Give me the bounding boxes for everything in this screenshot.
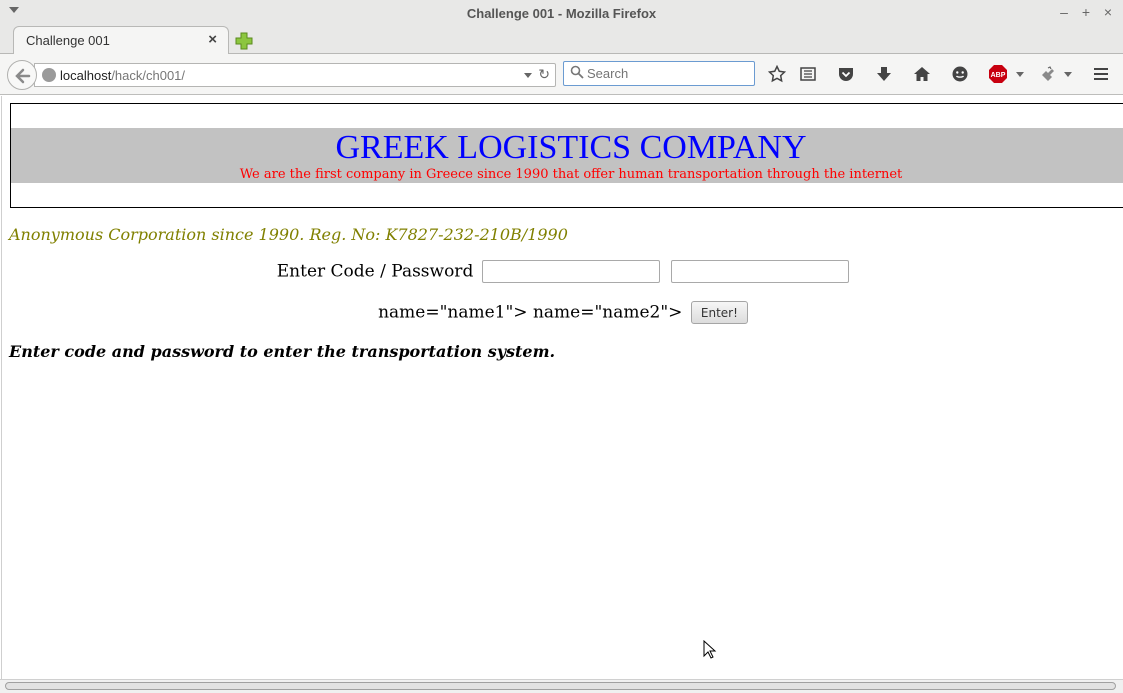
password-input[interactable] — [671, 260, 850, 283]
login-label: Enter Code / Password — [276, 261, 474, 282]
search-input[interactable] — [587, 65, 747, 82]
url-text: localhost/hack/ch001/ — [60, 68, 185, 83]
minimize-button[interactable]: – — [1055, 3, 1073, 21]
scrollbar-thumb[interactable] — [5, 682, 1116, 690]
code-input[interactable] — [481, 260, 660, 283]
leaked-markup-text: name="name1"> name="name2"> — [378, 302, 683, 323]
extension-dropdown-icon[interactable] — [1060, 63, 1076, 85]
home-icon[interactable] — [911, 63, 933, 85]
back-arrow-icon — [15, 68, 31, 84]
close-window-button[interactable]: × — [1099, 3, 1117, 21]
adblock-label: ABP — [991, 72, 1006, 79]
window-title: Challenge 001 - Mozilla Firefox — [466, 6, 657, 21]
download-icon[interactable] — [873, 63, 895, 85]
login-form-row: Enter Code / Password — [2, 260, 1123, 283]
enter-button[interactable]: Enter! — [690, 301, 748, 324]
reading-list-icon[interactable] — [797, 63, 819, 85]
history-dropdown-icon[interactable] — [524, 73, 532, 78]
adblock-icon[interactable]: ABP — [987, 63, 1009, 85]
instruction-text: Enter code and password to enter the tra… — [9, 342, 556, 361]
company-tagline: We are the first company in Greece since… — [239, 167, 903, 182]
header-frame: GREEK LOGISTICS COMPANY We are the first… — [10, 103, 1123, 208]
tab-close-icon[interactable]: × — [208, 31, 217, 48]
adblock-dropdown-icon[interactable] — [1012, 63, 1028, 85]
reload-icon[interactable]: ↻ — [538, 66, 550, 83]
hamburger-menu-icon[interactable] — [1090, 63, 1112, 85]
extension-icon[interactable] — [1037, 63, 1059, 85]
tab-challenge-001[interactable]: Challenge 001 × — [13, 26, 229, 55]
url-host: localhost — [60, 68, 112, 83]
maximize-button[interactable]: + — [1077, 3, 1095, 21]
pocket-icon[interactable] — [835, 63, 857, 85]
globe-icon — [42, 68, 56, 82]
back-button[interactable] — [7, 60, 37, 90]
company-banner: GREEK LOGISTICS COMPANY We are the first… — [11, 128, 1123, 183]
mouse-cursor-icon — [703, 640, 717, 659]
search-icon — [570, 65, 584, 79]
company-name: GREEK LOGISTICS COMPANY — [335, 129, 807, 166]
corporation-info: Anonymous Corporation since 1990. Reg. N… — [9, 225, 568, 244]
search-bar[interactable] — [563, 61, 755, 86]
window-titlebar: Challenge 001 - Mozilla Firefox – + × — [0, 0, 1123, 26]
url-bar[interactable]: localhost/hack/ch001/ ↻ — [34, 63, 556, 87]
new-tab-plus-icon[interactable] — [235, 32, 253, 50]
url-path: /hack/ch001/ — [111, 68, 186, 83]
horizontal-scrollbar[interactable] — [0, 679, 1123, 693]
chat-icon[interactable] — [949, 63, 971, 85]
submit-row: name="name1"> name="name2"> Enter! — [2, 301, 1123, 324]
tab-title: Challenge 001 — [26, 33, 110, 48]
page-content: GREEK LOGISTICS COMPANY We are the first… — [1, 96, 1123, 679]
tab-strip: Challenge 001 × — [0, 26, 1123, 55]
star-icon[interactable] — [766, 63, 788, 85]
